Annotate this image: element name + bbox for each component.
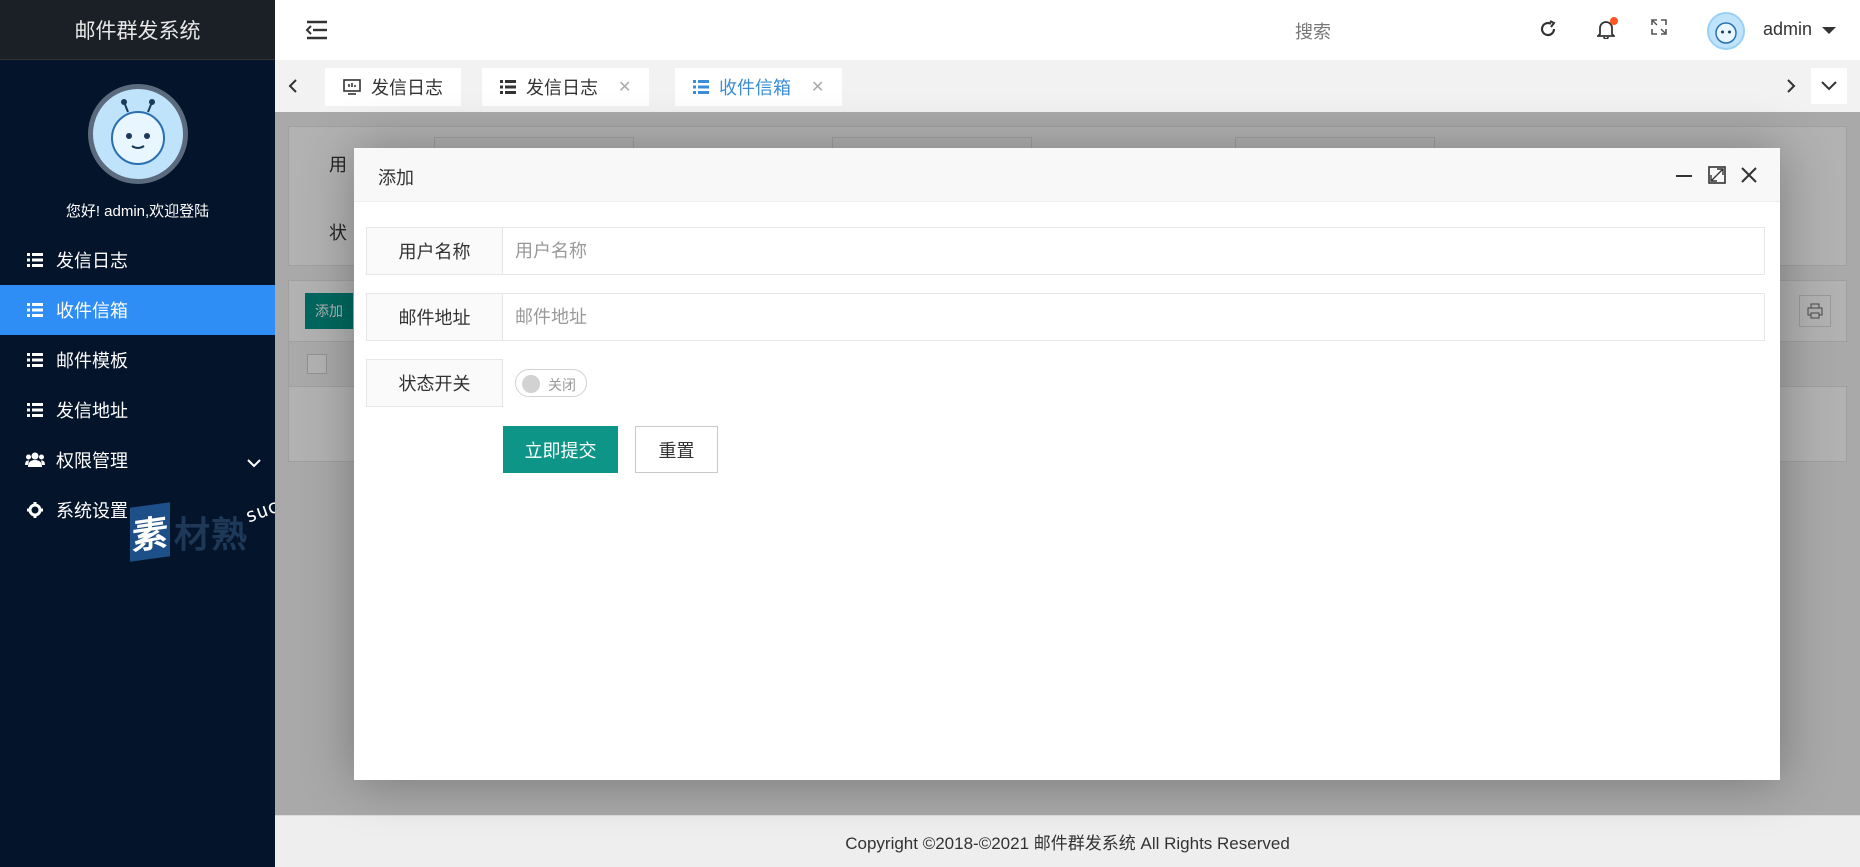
form-row-email: 邮件地址 bbox=[366, 293, 1765, 341]
sidebar-item-label: 邮件模板 bbox=[56, 351, 128, 371]
tab-send-log[interactable]: 发信日志 ✕ bbox=[482, 68, 650, 106]
gear-icon bbox=[24, 502, 46, 518]
toggle-text: 关闭 bbox=[548, 377, 576, 393]
submit-button[interactable]: 立即提交 bbox=[503, 426, 618, 473]
list-icon bbox=[500, 80, 516, 94]
users-icon bbox=[24, 452, 46, 468]
list-icon bbox=[693, 80, 709, 94]
tab-bar: 发信日志 发信日志 ✕ 收件信箱 ✕ bbox=[275, 60, 1860, 112]
tab-send-log-home[interactable]: 发信日志 bbox=[325, 68, 461, 106]
username-label: 用户名称 bbox=[366, 227, 503, 275]
sidebar: 邮件群发系统 您好! admin,欢迎登陆 发信日志 收件信箱 邮件模板 发信地… bbox=[0, 0, 368, 867]
sidebar-item-label: 发信地址 bbox=[56, 401, 128, 421]
sidebar-item-label: 收件信箱 bbox=[56, 301, 128, 321]
username[interactable]: admin bbox=[1763, 19, 1812, 40]
minimize-icon[interactable] bbox=[1673, 164, 1695, 186]
sidebar-item-sender-address[interactable]: 发信地址 bbox=[0, 385, 275, 435]
tab-label: 发信日志 bbox=[371, 78, 443, 98]
sidebar-item-label: 发信日志 bbox=[56, 251, 128, 271]
dialog-title: 添加 bbox=[378, 168, 414, 188]
footer: Copyright ©2018-©2021 邮件群发系统 All Rights … bbox=[275, 815, 1860, 867]
sidebar-menu: 发信日志 收件信箱 邮件模板 发信地址 权限管理 系统设置 bbox=[0, 235, 275, 535]
status-label: 状态开关 bbox=[366, 359, 503, 407]
sidebar-item-label: 系统设置 bbox=[56, 501, 128, 521]
notification-dot bbox=[1610, 17, 1618, 25]
form-row-status: 状态开关 关闭 bbox=[366, 359, 587, 407]
tab-scroll-right-icon[interactable] bbox=[1773, 68, 1809, 104]
email-input[interactable] bbox=[503, 293, 1765, 341]
refresh-icon[interactable] bbox=[1538, 19, 1558, 44]
close-icon[interactable]: ✕ bbox=[811, 77, 824, 97]
watermark: 素 材熟 sucaire.com bbox=[130, 464, 368, 562]
avatar-icon bbox=[110, 99, 165, 165]
copyright-text: Copyright ©2018-©2021 邮件群发系统 All Rights … bbox=[845, 834, 1290, 853]
avatar-icon bbox=[1715, 22, 1737, 44]
list-icon bbox=[24, 253, 46, 267]
welcome-text: 您好! admin,欢迎登陆 bbox=[65, 203, 210, 220]
reset-button[interactable]: 重置 bbox=[635, 426, 718, 473]
menu-toggle-icon[interactable] bbox=[305, 20, 329, 45]
toggle-knob bbox=[522, 375, 540, 393]
tab-label: 发信日志 bbox=[526, 78, 598, 98]
sidebar-item-permissions[interactable]: 权限管理 bbox=[0, 435, 275, 485]
header-avatar[interactable] bbox=[1707, 12, 1745, 50]
sidebar-item-inbox[interactable]: 收件信箱 bbox=[0, 285, 275, 335]
dialog-header: 添加 bbox=[354, 148, 1780, 202]
tab-scroll-left-icon[interactable] bbox=[275, 68, 311, 104]
watermark-text: 材熟 bbox=[174, 514, 249, 555]
search-input[interactable]: 搜索 bbox=[1295, 18, 1331, 44]
user-avatar[interactable] bbox=[87, 84, 188, 184]
list-icon bbox=[24, 403, 46, 417]
app-title: 邮件群发系统 bbox=[0, 0, 275, 60]
chevron-down-icon bbox=[247, 452, 261, 473]
watermark-mark: 素 bbox=[130, 502, 170, 562]
fullscreen-icon[interactable] bbox=[1651, 19, 1667, 40]
tab-menu-chevron-down-icon[interactable] bbox=[1811, 68, 1847, 104]
email-label: 邮件地址 bbox=[366, 293, 503, 341]
status-toggle[interactable]: 关闭 bbox=[515, 369, 587, 397]
sidebar-item-label: 权限管理 bbox=[56, 451, 128, 471]
bell-icon[interactable] bbox=[1595, 17, 1618, 44]
add-dialog: 添加 用户名称 邮件地址 状态开关 关闭 立即提交 重置 bbox=[354, 148, 1780, 780]
list-icon bbox=[24, 353, 46, 367]
caret-down-icon[interactable] bbox=[1822, 27, 1836, 34]
tab-label: 收件信箱 bbox=[719, 78, 791, 98]
maximize-icon[interactable] bbox=[1706, 164, 1728, 186]
top-header: 搜索 admin bbox=[275, 0, 1860, 60]
form-row-username: 用户名称 bbox=[366, 227, 1765, 275]
username-input[interactable] bbox=[503, 227, 1765, 275]
monitor-icon bbox=[343, 79, 361, 95]
close-icon[interactable] bbox=[1738, 164, 1760, 186]
close-icon[interactable]: ✕ bbox=[618, 77, 631, 97]
tab-inbox[interactable]: 收件信箱 ✕ bbox=[675, 68, 843, 106]
list-icon bbox=[24, 303, 46, 317]
sidebar-item-templates[interactable]: 邮件模板 bbox=[0, 335, 275, 385]
sidebar-item-send-log[interactable]: 发信日志 bbox=[0, 235, 275, 285]
